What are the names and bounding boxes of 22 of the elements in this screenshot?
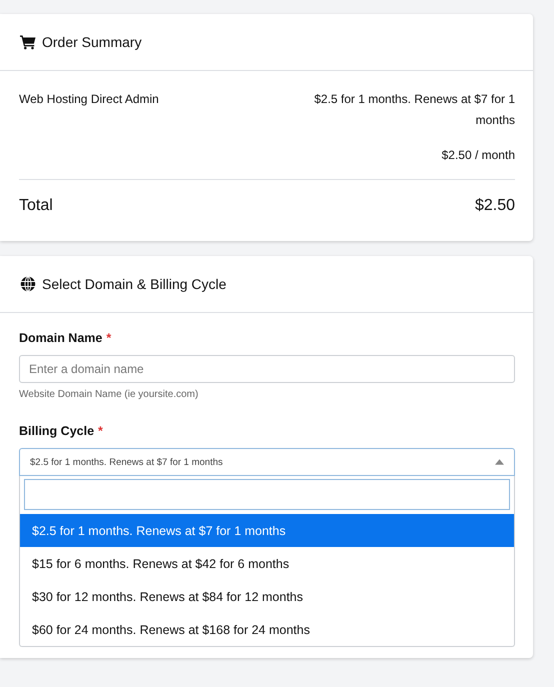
total-label: Total (19, 197, 53, 215)
search-field[interactable] (24, 479, 510, 510)
globe-icon (20, 276, 36, 292)
required-mark: * (106, 331, 112, 345)
dropdown-option[interactable]: $2.5 for 1 months. Renews at $7 for 1 months (20, 514, 514, 547)
dropdown-option[interactable]: $60 for 24 months. Renews at $168 for 24 months (20, 613, 514, 646)
dropdown-option[interactable]: $30 for 12 months. Renews at $84 for 12 months (20, 580, 514, 613)
caret-icon (495, 459, 504, 465)
card-title: Order Summary (42, 34, 142, 50)
help-text: Website Domain Name (ie yoursite.com) (19, 389, 200, 400)
product-name: Web Hosting Direct Admin (19, 91, 159, 108)
domain-input-field[interactable]: Enter a domain name (19, 355, 515, 383)
cart-icon (20, 34, 36, 50)
dropdown-option[interactable]: $15 for 6 months. Renews at $42 for 6 months (20, 547, 514, 580)
billing-cycle-select[interactable]: $2.5 for 1 months. Renews at $7 for 1 months (19, 448, 515, 476)
total-value: $2.50 (474, 197, 515, 215)
price-text: $2.50 / month (442, 147, 515, 164)
price-description: $2.5 for 1 months. Renews at $7 for 1 months (313, 91, 515, 129)
required-mark: * (98, 424, 103, 438)
card-title: Select Domain & Billing Cycle (42, 276, 226, 292)
field-label: Domain Name (19, 331, 102, 345)
field-label: Billing Cycle (19, 424, 94, 438)
